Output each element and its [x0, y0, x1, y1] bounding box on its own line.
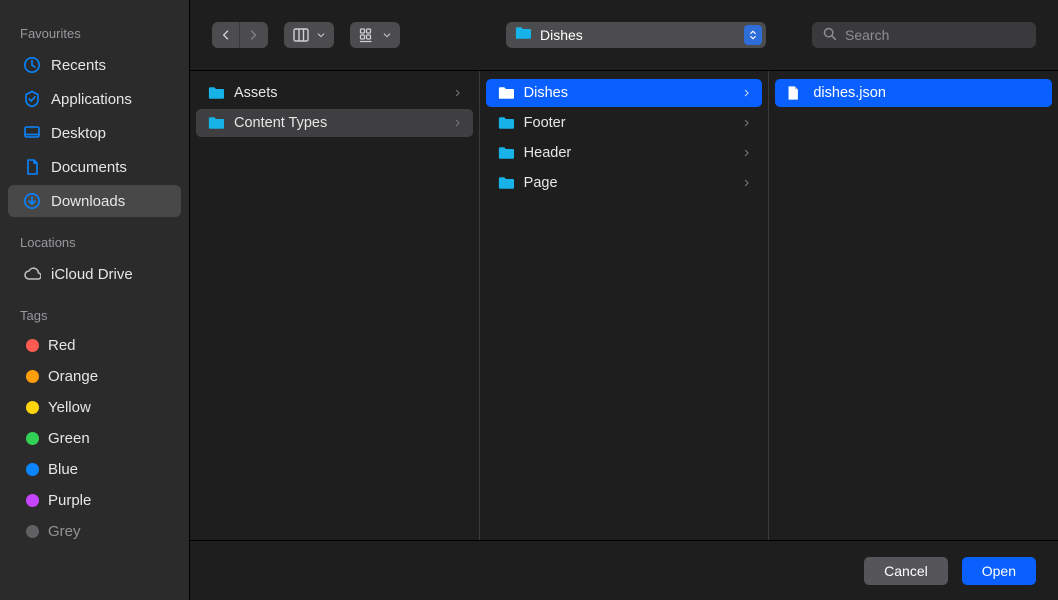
- sidebar-item-tag-red[interactable]: Red: [8, 331, 181, 360]
- chevron-right-icon: [742, 86, 752, 101]
- back-button[interactable]: [212, 22, 240, 48]
- list-item[interactable]: dishes.json: [775, 79, 1052, 107]
- forward-button[interactable]: [240, 22, 268, 48]
- sidebar-item-downloads[interactable]: Downloads: [8, 185, 181, 217]
- tag-dot-icon: [26, 370, 39, 383]
- updown-icon: [744, 25, 762, 45]
- group-by-button[interactable]: [350, 22, 400, 48]
- sidebar-item-label: Applications: [51, 91, 132, 108]
- sidebar-item-desktop[interactable]: Desktop: [8, 117, 181, 149]
- document-icon: [22, 157, 42, 177]
- list-item[interactable]: Footer: [486, 109, 763, 137]
- chevron-right-icon: [453, 116, 463, 131]
- sidebar-item-tag-green[interactable]: Green: [8, 424, 181, 453]
- column-2: dishes.json: [769, 71, 1058, 540]
- folder-icon: [496, 174, 516, 192]
- sidebar-item-label: Documents: [51, 159, 127, 176]
- list-item[interactable]: Dishes: [486, 79, 763, 107]
- sidebar-item-label: Purple: [48, 492, 91, 509]
- tag-dot-icon: [26, 401, 39, 414]
- tag-dot-icon: [26, 494, 39, 507]
- sidebar-section-favourites: Favourites: [0, 18, 189, 47]
- item-name: Assets: [234, 85, 445, 101]
- apps-icon: [22, 89, 42, 109]
- search-icon: [822, 26, 837, 45]
- tag-dot-icon: [26, 463, 39, 476]
- sidebar-item-label: Orange: [48, 368, 98, 385]
- sidebar-item-label: Blue: [48, 461, 78, 478]
- sidebar-item-documents[interactable]: Documents: [8, 151, 181, 183]
- sidebar-item-icloud-drive[interactable]: iCloud Drive: [8, 258, 181, 290]
- chevron-right-icon: [742, 176, 752, 191]
- chevron-down-icon: [316, 30, 326, 40]
- item-name: Footer: [524, 115, 735, 131]
- column-0: Assets Content Types: [190, 71, 480, 540]
- sidebar-item-tag-blue[interactable]: Blue: [8, 455, 181, 484]
- open-button[interactable]: Open: [962, 557, 1036, 585]
- folder-icon: [496, 84, 516, 102]
- list-item[interactable]: Page: [486, 169, 763, 197]
- sidebar-item-tag-orange[interactable]: Orange: [8, 362, 181, 391]
- file-icon: [785, 84, 805, 102]
- folder-icon: [206, 114, 226, 132]
- main-panel: Dishes Assets Content Types: [190, 0, 1058, 600]
- sidebar-item-label: Desktop: [51, 125, 106, 142]
- tag-dot-icon: [26, 432, 39, 445]
- item-name: Header: [524, 145, 735, 161]
- list-item[interactable]: Header: [486, 139, 763, 167]
- clock-icon: [22, 55, 42, 75]
- folder-icon: [496, 144, 516, 162]
- path-label: Dishes: [540, 27, 736, 43]
- list-item[interactable]: Content Types: [196, 109, 473, 137]
- sidebar-item-tag-grey[interactable]: Grey: [8, 517, 181, 546]
- cloud-icon: [22, 264, 42, 284]
- search-input[interactable]: [845, 27, 1026, 43]
- item-name: Dishes: [524, 85, 735, 101]
- sidebar-item-label: Green: [48, 430, 90, 447]
- search-field[interactable]: [812, 22, 1036, 48]
- sidebar-item-tag-yellow[interactable]: Yellow: [8, 393, 181, 422]
- path-popup[interactable]: Dishes: [506, 22, 766, 48]
- tag-dot-icon: [26, 339, 39, 352]
- sidebar-item-label: Yellow: [48, 399, 91, 416]
- sidebar-item-applications[interactable]: Applications: [8, 83, 181, 115]
- folder-icon: [206, 84, 226, 102]
- column-1: Dishes Footer Header Page: [480, 71, 770, 540]
- dialog-footer: Cancel Open: [190, 540, 1058, 600]
- sidebar-item-label: Red: [48, 337, 76, 354]
- folder-icon: [514, 25, 532, 45]
- sidebar: Favourites Recents Applications Desktop …: [0, 0, 190, 600]
- download-icon: [22, 191, 42, 211]
- chevron-right-icon: [742, 146, 752, 161]
- sidebar-item-tag-purple[interactable]: Purple: [8, 486, 181, 515]
- tag-dot-icon: [26, 525, 39, 538]
- desktop-icon: [22, 123, 42, 143]
- item-name: Page: [524, 175, 735, 191]
- column-browser: Assets Content Types Dishes Footer: [190, 70, 1058, 540]
- chevron-down-icon: [382, 30, 392, 40]
- sidebar-item-recents[interactable]: Recents: [8, 49, 181, 81]
- sidebar-item-label: iCloud Drive: [51, 266, 133, 283]
- sidebar-section-locations: Locations: [0, 227, 189, 256]
- list-item[interactable]: Assets: [196, 79, 473, 107]
- sidebar-item-label: Recents: [51, 57, 106, 74]
- sidebar-item-label: Downloads: [51, 193, 125, 210]
- folder-icon: [496, 114, 516, 132]
- chevron-right-icon: [453, 86, 463, 101]
- item-name: dishes.json: [813, 85, 1042, 101]
- toolbar: Dishes: [190, 0, 1058, 70]
- sidebar-section-tags: Tags: [0, 300, 189, 329]
- view-mode-columns-button[interactable]: [284, 22, 334, 48]
- nav-back-forward: [212, 22, 268, 48]
- cancel-button[interactable]: Cancel: [864, 557, 948, 585]
- chevron-right-icon: [742, 116, 752, 131]
- item-name: Content Types: [234, 115, 445, 131]
- sidebar-item-label: Grey: [48, 523, 81, 540]
